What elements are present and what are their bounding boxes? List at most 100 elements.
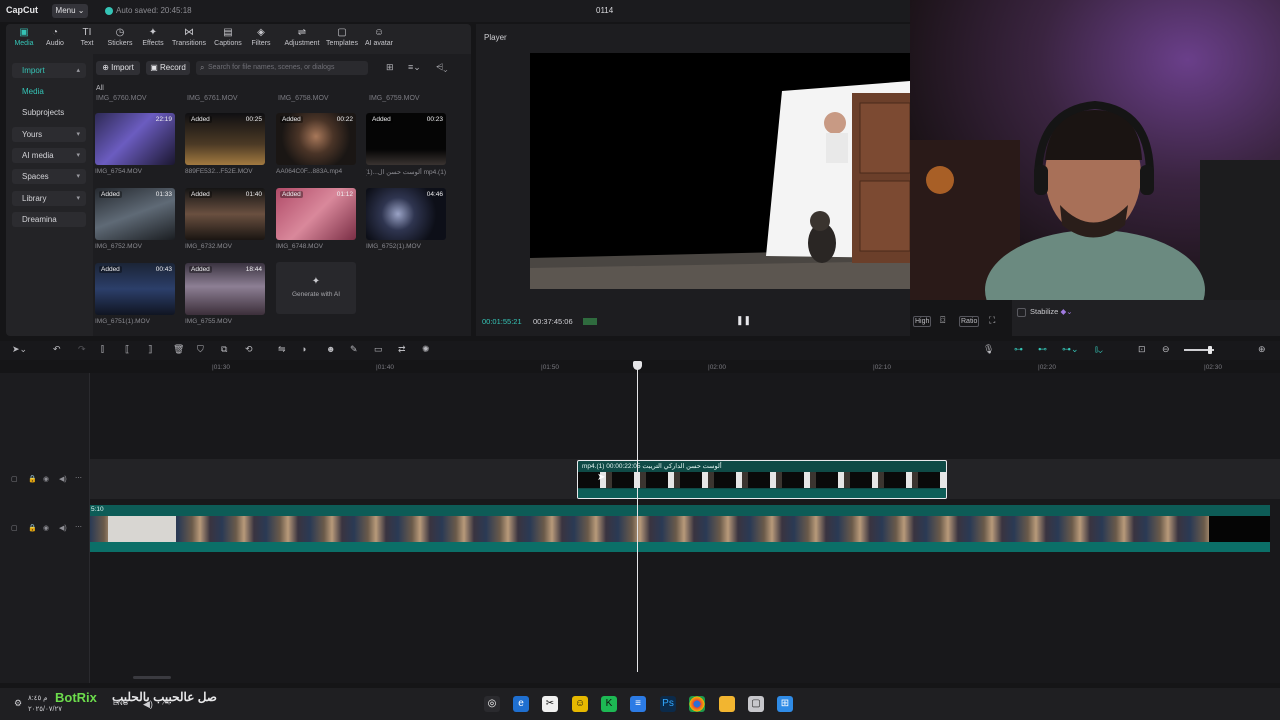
media-thumbnail[interactable]: Added 00:25: [185, 113, 265, 165]
replace-icon[interactable]: ⇄: [398, 344, 406, 355]
tray-language[interactable]: ENG: [113, 700, 128, 707]
generate-with-ai-button[interactable]: ✦ Generate with AI: [276, 262, 356, 314]
tab-ai-avatar[interactable]: ☺ AI avatar: [359, 27, 399, 47]
mirror-icon[interactable]: ⇋: [278, 344, 286, 355]
zoom-in-icon[interactable]: ⊕: [1258, 344, 1266, 355]
playhead-handle[interactable]: [633, 361, 642, 370]
tab-stickers[interactable]: ◷ Stickers: [102, 27, 138, 47]
eye-icon[interactable]: ◉: [43, 524, 49, 532]
main-video-clip[interactable]: 5:10: [90, 505, 1270, 552]
zoom-slider-handle[interactable]: [1208, 346, 1212, 354]
stabilize-checkbox[interactable]: [1017, 308, 1026, 317]
freeze-icon[interactable]: ⟲: [245, 344, 253, 355]
snap-icon[interactable]: ⊶⌄: [1062, 344, 1079, 355]
ai-icon[interactable]: ✺: [422, 344, 430, 355]
overlay-clip[interactable]: mp4.(1) ألوست حسن الداركي التريبت 00:00:…: [577, 460, 947, 499]
media-filter-all[interactable]: All: [96, 85, 104, 92]
quality-button[interactable]: High: [913, 316, 932, 327]
volume-icon[interactable]: ◀): [59, 475, 67, 483]
media-thumbnail[interactable]: 22:19: [95, 113, 175, 165]
lock-icon[interactable]: 🔒: [28, 524, 37, 532]
split-left-icon[interactable]: ⟦: [125, 344, 129, 355]
eye-icon[interactable]: ◉: [43, 475, 49, 483]
ratio-button[interactable]: Ratio: [959, 316, 980, 327]
sidebar-item-media[interactable]: Media: [12, 84, 86, 99]
fullscreen-icon[interactable]: ⛶: [989, 315, 995, 326]
steam-icon[interactable]: ◎: [484, 696, 500, 712]
person-icon[interactable]: ☻: [326, 344, 335, 354]
media-thumbnail[interactable]: Added 01:40: [185, 188, 265, 240]
playhead[interactable]: [637, 367, 638, 672]
split-icon[interactable]: ⫿: [101, 344, 104, 355]
tab-captions[interactable]: ▤ Captions: [210, 27, 246, 47]
microphone-icon[interactable]: 🎙: [983, 344, 994, 355]
volume-icon[interactable]: ◀): [59, 524, 67, 532]
edge-icon[interactable]: e: [513, 696, 529, 712]
tab-audio[interactable]: ◔ Audio: [37, 27, 73, 47]
menu-button[interactable]: Menu ⌄: [52, 4, 88, 18]
crop-icon[interactable]: ⧉: [221, 344, 227, 355]
folder-icon[interactable]: [719, 696, 735, 712]
sidebar-item-subprojects[interactable]: Subprojects: [12, 105, 86, 120]
grid-view-icon[interactable]: ⊞: [386, 62, 394, 73]
track-cover-icon[interactable]: ▢: [11, 475, 18, 483]
media-thumbnail[interactable]: Added 18:44: [185, 263, 265, 315]
tab-templates[interactable]: ▢ Templates: [322, 27, 362, 47]
import-button[interactable]: ⊕ Import: [96, 61, 140, 75]
caption-icon[interactable]: ▭: [374, 344, 383, 355]
reverse-icon[interactable]: ◑: [301, 344, 306, 354]
volume-tray-icon[interactable]: ◀): [143, 699, 153, 710]
magic-icon[interactable]: ✎: [350, 344, 358, 355]
redo-icon[interactable]: ↷: [78, 344, 86, 355]
sidebar-item-ai-media[interactable]: AI media ▾: [12, 148, 86, 163]
sort-icon[interactable]: ≡⌄: [408, 62, 421, 73]
snapshot-icon[interactable]: ⌼: [940, 315, 945, 326]
sidebar-item-import[interactable]: Import ▴: [12, 63, 86, 78]
record-button[interactable]: ▣ Record: [146, 61, 190, 75]
tab-filters[interactable]: ◈ Filters: [243, 27, 279, 47]
link-icon[interactable]: ⊶: [1014, 344, 1023, 355]
track-cover-icon[interactable]: ▢: [11, 524, 18, 532]
split-right-icon[interactable]: ⟧: [148, 344, 152, 355]
media-thumbnail[interactable]: 04:46: [366, 188, 446, 240]
tab-text[interactable]: TI Text: [69, 27, 105, 47]
kick-icon[interactable]: K: [601, 696, 617, 712]
undo-icon[interactable]: ↶: [53, 344, 61, 355]
discord-icon[interactable]: ☺: [572, 696, 588, 712]
preview-axis-icon[interactable]: ⫾⌄: [1095, 344, 1103, 355]
chrome-icon[interactable]: [689, 696, 705, 712]
fit-icon[interactable]: ⊡: [1138, 344, 1146, 355]
magnet-icon[interactable]: ⊷: [1038, 344, 1047, 355]
video-preview[interactable]: [530, 53, 910, 289]
more-icon[interactable]: ⋯: [75, 523, 82, 531]
timeline-scrollbar[interactable]: [133, 676, 171, 679]
notepad-icon[interactable]: ≡: [630, 696, 646, 712]
photoshop-icon[interactable]: Ps: [660, 696, 676, 712]
tab-transitions[interactable]: ⋈ Transitions: [171, 27, 207, 47]
media-thumbnail[interactable]: Added 00:22: [276, 113, 356, 165]
sidebar-item-spaces[interactable]: Spaces ▾: [12, 169, 86, 184]
tab-effects[interactable]: ✦ Effects: [135, 27, 171, 47]
media-thumbnail[interactable]: Added 01:12: [276, 188, 356, 240]
lock-icon[interactable]: 🔒: [28, 475, 37, 483]
pause-button[interactable]: ❚❚: [736, 315, 751, 326]
delete-icon[interactable]: 🗑: [173, 344, 184, 355]
sidebar-item-dreamina[interactable]: Dreamina: [12, 212, 86, 227]
settings-tray-icon[interactable]: ⚙: [14, 698, 22, 709]
select-tool-icon[interactable]: ➤⌄: [12, 344, 27, 355]
media-thumbnail[interactable]: Added 01:33: [95, 188, 175, 240]
capcut-icon[interactable]: ✂: [542, 696, 558, 712]
more-icon[interactable]: ⋯: [75, 474, 82, 482]
sidebar-item-yours[interactable]: Yours ▾: [12, 127, 86, 142]
media-thumbnail[interactable]: Added 00:43: [95, 263, 175, 315]
shield-icon[interactable]: ⛉: [197, 344, 204, 355]
filter-icon[interactable]: ⩤⌄: [436, 62, 447, 73]
media-search-input[interactable]: Search for file names, scenes, or dialog…: [196, 61, 368, 75]
wifi-tray-icon[interactable]: ◠: [162, 699, 170, 710]
zoom-out-icon[interactable]: ⊖: [1162, 344, 1170, 355]
windows-start-icon[interactable]: ⊞: [777, 696, 793, 712]
sidebar-item-library[interactable]: Library ▾: [12, 191, 86, 206]
media-thumbnail[interactable]: Added 00:23: [366, 113, 446, 165]
tab-adjustment[interactable]: ⇌ Adjustment: [281, 27, 323, 47]
window-icon[interactable]: ▢: [748, 696, 764, 712]
